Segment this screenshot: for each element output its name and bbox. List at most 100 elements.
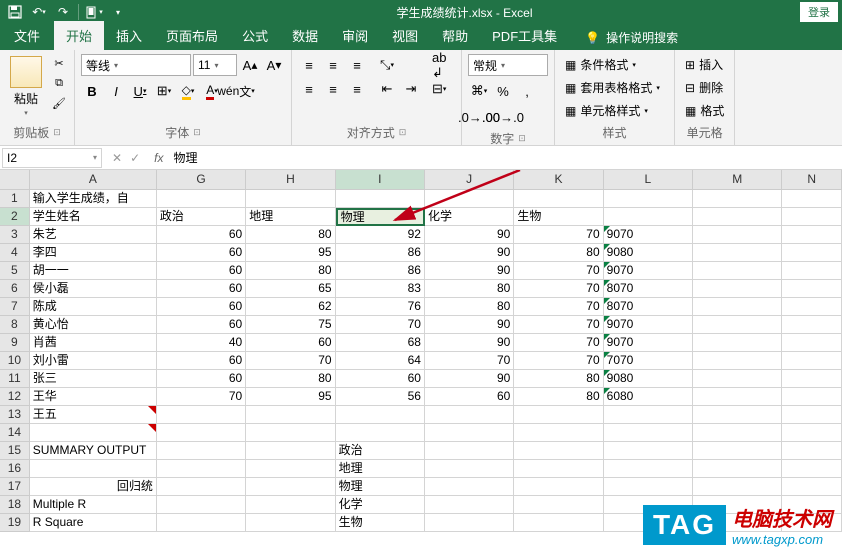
cell[interactable] (693, 316, 782, 334)
tab-data[interactable]: 数据 (280, 21, 330, 50)
percent-format-icon[interactable]: % (492, 80, 514, 102)
cell[interactable] (693, 298, 782, 316)
cell[interactable]: 70 (514, 352, 603, 370)
column-header[interactable]: M (693, 170, 782, 190)
row-header[interactable]: 6 (0, 280, 30, 298)
cell[interactable] (693, 388, 782, 406)
cell[interactable] (246, 190, 335, 208)
cell[interactable] (782, 190, 842, 208)
column-header[interactable]: N (782, 170, 842, 190)
cell[interactable] (782, 370, 842, 388)
align-bottom-icon[interactable]: ≡ (346, 54, 368, 76)
cell[interactable] (782, 424, 842, 442)
tab-pdf[interactable]: PDF工具集 (480, 21, 569, 50)
cell-styles-button[interactable]: ▦单元格样式▾ (561, 100, 664, 121)
cell[interactable]: 95 (246, 388, 335, 406)
cell[interactable]: 8070 (604, 280, 693, 298)
cell[interactable]: 95 (246, 244, 335, 262)
cell[interactable]: 40 (157, 334, 246, 352)
cell[interactable] (246, 478, 335, 496)
cell[interactable]: 86 (336, 262, 425, 280)
cell[interactable] (604, 478, 693, 496)
cell[interactable]: R Square (30, 514, 157, 532)
tab-page-layout[interactable]: 页面布局 (154, 21, 230, 50)
copy-icon[interactable]: ⧉ (50, 74, 68, 92)
cell[interactable]: 80 (246, 226, 335, 244)
cell[interactable]: 64 (336, 352, 425, 370)
cell[interactable]: 80 (246, 262, 335, 280)
row-header[interactable]: 16 (0, 460, 30, 478)
column-header[interactable]: J (425, 170, 514, 190)
cell[interactable]: 王华 (30, 388, 157, 406)
row-header[interactable]: 10 (0, 352, 30, 370)
cell[interactable] (246, 460, 335, 478)
cell[interactable] (336, 406, 425, 424)
cell[interactable]: 76 (336, 298, 425, 316)
cell[interactable]: Multiple R (30, 496, 157, 514)
cell[interactable] (425, 442, 514, 460)
cell[interactable] (693, 262, 782, 280)
cell[interactable]: 92 (336, 226, 425, 244)
number-launcher-icon[interactable]: ⊡ (518, 133, 526, 144)
cell[interactable]: 70 (514, 334, 603, 352)
row-header[interactable]: 8 (0, 316, 30, 334)
cell[interactable]: 刘小雷 (30, 352, 157, 370)
tab-view[interactable]: 视图 (380, 21, 430, 50)
cell[interactable] (693, 478, 782, 496)
cell[interactable]: 王五 (30, 406, 157, 424)
alignment-launcher-icon[interactable]: ⊡ (399, 127, 407, 138)
cell[interactable]: 90 (425, 370, 514, 388)
column-header[interactable]: K (514, 170, 603, 190)
cell[interactable]: 70 (157, 388, 246, 406)
cell[interactable]: 李四 (30, 244, 157, 262)
cancel-formula-icon[interactable]: ✕ (112, 151, 122, 165)
decrease-decimal-icon[interactable]: .00→.0 (492, 106, 514, 128)
save-icon[interactable] (4, 1, 26, 23)
cell[interactable]: 60 (157, 226, 246, 244)
cell[interactable]: 80 (246, 370, 335, 388)
redo-icon[interactable]: ↷ (52, 1, 74, 23)
cell[interactable] (693, 334, 782, 352)
cell[interactable] (30, 424, 157, 442)
cell[interactable]: 70 (514, 298, 603, 316)
tab-help[interactable]: 帮助 (430, 21, 480, 50)
fill-color-button[interactable]: ◇▾ (177, 80, 199, 102)
cell[interactable] (782, 406, 842, 424)
cell[interactable] (157, 496, 246, 514)
cell[interactable] (425, 460, 514, 478)
column-header[interactable]: L (604, 170, 693, 190)
cell[interactable]: 60 (157, 298, 246, 316)
cell[interactable] (425, 496, 514, 514)
orientation-icon[interactable]: ⤡▾ (376, 54, 398, 76)
cell[interactable]: 62 (246, 298, 335, 316)
cell[interactable] (604, 442, 693, 460)
cell[interactable]: 90 (425, 316, 514, 334)
cell[interactable]: 化学 (425, 208, 514, 226)
cell[interactable] (246, 514, 335, 532)
row-header[interactable]: 11 (0, 370, 30, 388)
cell[interactable]: 60 (246, 334, 335, 352)
cell[interactable]: 90 (425, 226, 514, 244)
cell[interactable]: 政治 (157, 208, 246, 226)
italic-button[interactable]: I (105, 80, 127, 102)
cell[interactable] (693, 208, 782, 226)
cell[interactable]: 8070 (604, 298, 693, 316)
cell[interactable] (693, 244, 782, 262)
cell[interactable]: 60 (425, 388, 514, 406)
format-as-table-button[interactable]: ▦套用表格格式▾ (561, 77, 664, 98)
row-header[interactable]: 7 (0, 298, 30, 316)
cell[interactable]: 物理 (336, 478, 425, 496)
login-button[interactable]: 登录 (800, 2, 838, 22)
row-header[interactable]: 4 (0, 244, 30, 262)
cell[interactable]: 65 (246, 280, 335, 298)
cell[interactable]: 陈成 (30, 298, 157, 316)
font-size-combo[interactable]: 11▾ (193, 54, 237, 76)
cell[interactable]: 胡一一 (30, 262, 157, 280)
align-middle-icon[interactable]: ≡ (322, 54, 344, 76)
cell[interactable] (782, 262, 842, 280)
row-header[interactable]: 17 (0, 478, 30, 496)
cell[interactable] (782, 226, 842, 244)
cell[interactable]: 60 (157, 370, 246, 388)
customize-qat-icon[interactable]: ▾ (107, 1, 129, 23)
increase-indent-icon[interactable]: ⇥ (400, 78, 422, 100)
